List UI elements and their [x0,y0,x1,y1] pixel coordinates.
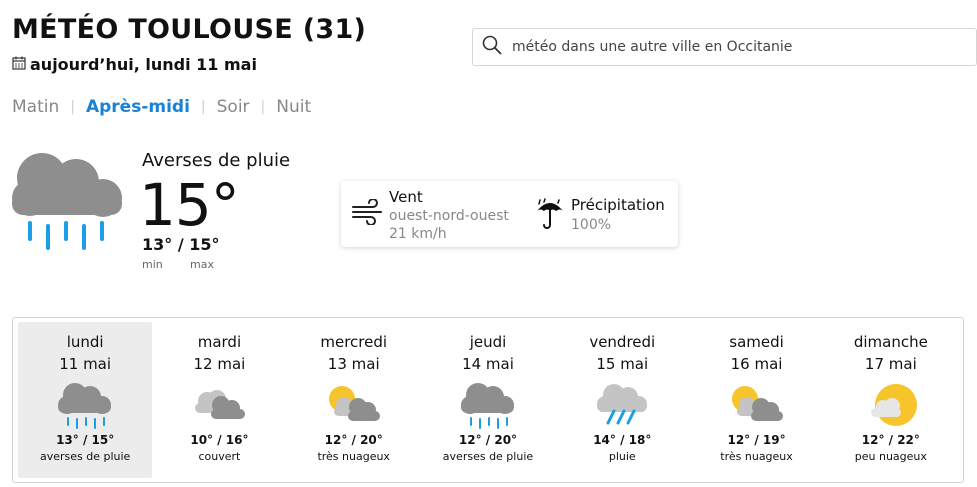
forecast-strip: lundi 11 mai 13° / 15° averses de pluie … [12,317,964,483]
forecast-day-dimanche[interactable]: dimanche 17 mai 12° / 22° peu nuageux [824,322,958,478]
tab-nuit[interactable]: Nuit [276,97,311,117]
wind-speed: 21 km/h [389,226,447,242]
page-title: MÉTÉO TOULOUSE (31) [12,14,367,45]
day-temps: 14° / 18° [593,433,652,447]
max-label: max [190,258,214,271]
partly-cloudy-icon [870,384,917,426]
shower-cloud-icon [58,383,112,429]
forecast-day-vendredi[interactable]: vendredi 15 mai 14° / 18° pluie [555,322,689,478]
day-name: jeudi [469,333,507,351]
day-date: 12 mai [193,355,246,373]
current-condition: Averses de pluie [142,150,291,171]
very-cloudy-icon [731,386,783,421]
day-condition: très nuageux [720,450,793,463]
day-name: lundi [66,333,104,351]
precipitation-title: Précipitation [571,196,665,214]
min-label: min [142,258,163,271]
tab-apres-midi[interactable]: Après-midi [86,97,190,117]
umbrella-icon [535,198,565,234]
tab-separator: | [70,99,75,115]
day-date: 13 mai [327,355,380,373]
day-condition: très nuageux [317,450,390,463]
forecast-day-mardi[interactable]: mardi 12 mai 10° / 16° couvert [152,322,286,478]
day-name: dimanche [853,333,928,351]
day-name: vendredi [589,333,656,351]
day-date: 11 mai [59,355,112,373]
forecast-day-jeudi[interactable]: jeudi 14 mai 12° / 20° averses de pluie [421,322,555,478]
day-condition: averses de pluie [39,450,131,463]
precipitation-value: 100% [571,217,612,233]
shower-cloud-icon [460,383,514,429]
period-tabs: Matin | Après-midi | Soir | Nuit [12,97,311,117]
tab-soir[interactable]: Soir [217,97,250,117]
day-name: mardi [197,333,242,351]
day-name: samedi [729,333,784,351]
day-temps: 12° / 22° [861,433,920,447]
details-card: Vent ouest-nord-ouest 21 km/h Précipitat… [341,181,678,247]
forecast-day-mercredi[interactable]: mercredi 13 mai 12° / 20° très nuageux [287,322,421,478]
day-temps: 10° / 16° [190,433,249,447]
day-date: 16 mai [730,355,783,373]
forecast-day-lundi[interactable]: lundi 11 mai 13° / 15° averses de pluie [18,322,153,478]
rain-icon [597,384,648,425]
current-minmax: 13° / 15° [142,235,220,254]
very-cloudy-icon [328,386,380,421]
forecast-day-samedi[interactable]: samedi 16 mai 12° / 19° très nuageux [689,322,823,478]
city-search[interactable] [472,28,977,66]
day-temps: 13° / 15° [56,433,115,447]
search-icon[interactable] [482,35,502,59]
day-temps: 12° / 20° [324,433,383,447]
tab-separator: | [200,99,206,115]
wind-icon [351,198,385,229]
day-condition: pluie [608,450,636,463]
tab-separator: | [260,99,266,115]
rain-cloud-icon [10,150,126,256]
current-temperature: 15° [139,171,240,239]
current-date: aujourd’hui, lundi 11 mai [30,55,257,74]
day-condition: peu nuageux [854,450,927,463]
date-line: aujourd’hui, lundi 11 mai [12,55,257,74]
wind-direction: ouest-nord-ouest [389,208,509,224]
day-temps: 12° / 19° [727,433,786,447]
day-condition: averses de pluie [442,450,534,463]
wind-title: Vent [389,188,423,206]
search-input[interactable] [510,38,954,56]
day-name: mercredi [320,333,388,351]
day-date: 15 mai [596,355,649,373]
day-date: 17 mai [864,355,917,373]
day-date: 14 mai [462,355,514,373]
day-condition: couvert [198,450,241,463]
calendar-icon [12,55,26,74]
tab-matin[interactable]: Matin [12,97,59,117]
overcast-icon [195,390,246,419]
day-temps: 12° / 20° [458,433,518,447]
